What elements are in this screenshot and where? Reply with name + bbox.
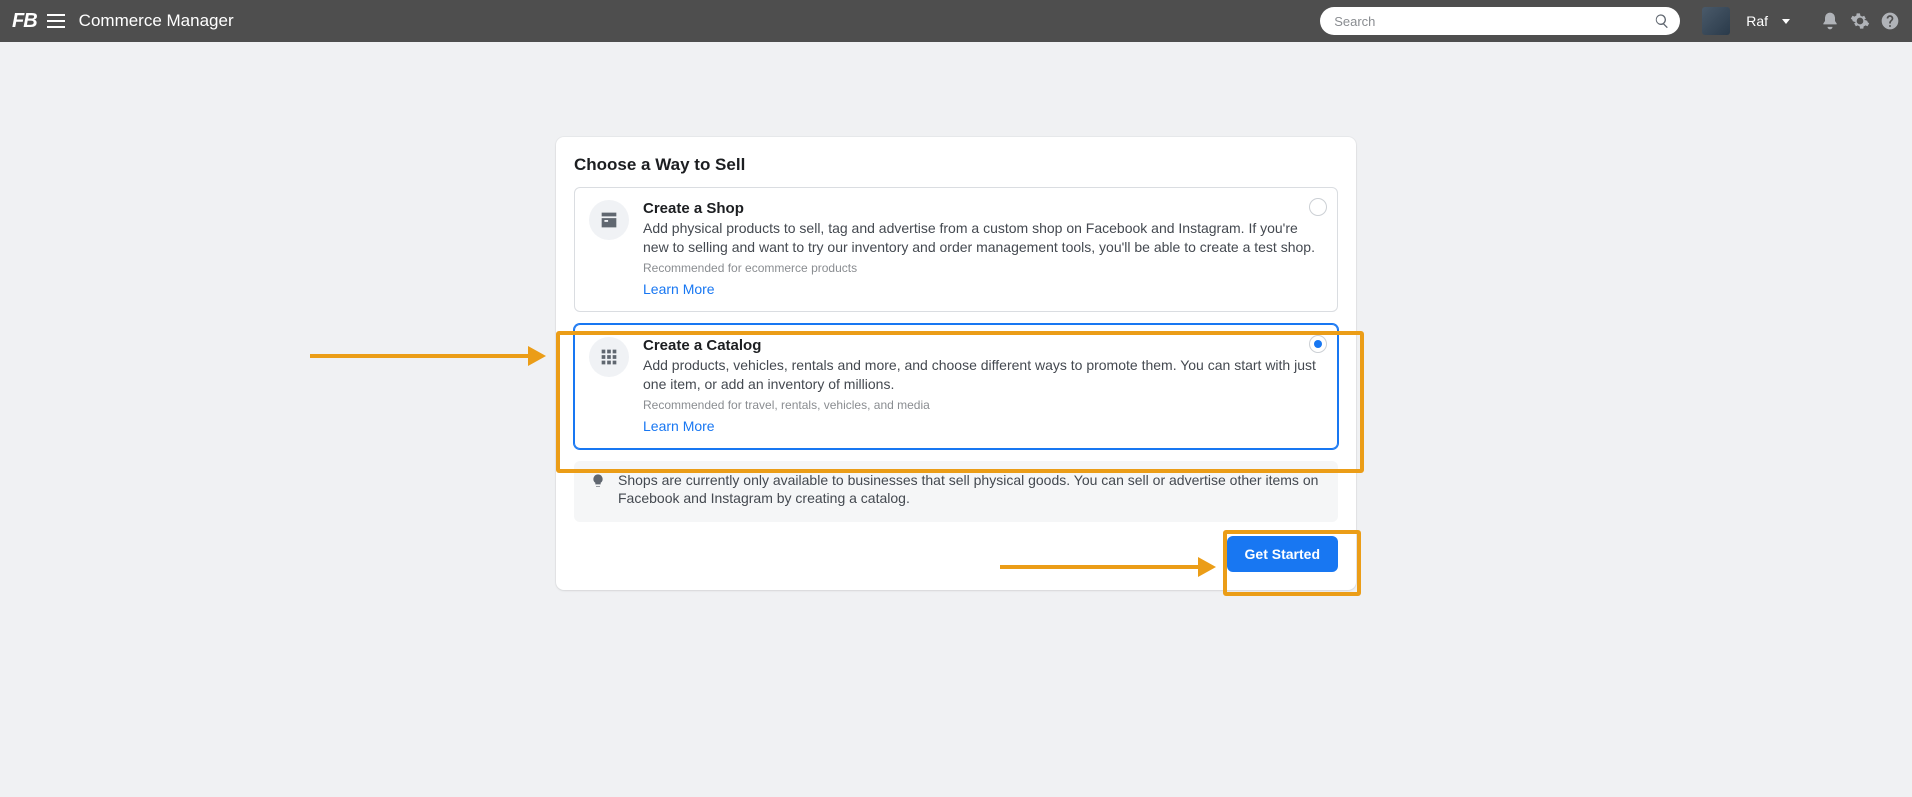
learn-more-link[interactable]: Learn More: [643, 418, 715, 434]
option-title: Create a Shop: [643, 200, 1323, 217]
option-create-shop[interactable]: Create a Shop Add physical products to s…: [574, 187, 1338, 312]
gear-icon[interactable]: [1850, 11, 1870, 31]
shop-icon: [589, 200, 629, 240]
header-icons: [1820, 11, 1900, 31]
option-create-catalog[interactable]: Create a Catalog Add products, vehicles,…: [574, 324, 1338, 449]
learn-more-link[interactable]: Learn More: [643, 281, 715, 297]
info-banner: Shops are currently only available to bu…: [574, 461, 1338, 523]
user-avatar[interactable]: [1702, 7, 1730, 35]
caret-down-icon[interactable]: [1782, 19, 1790, 24]
option-description: Add physical products to sell, tag and a…: [643, 219, 1323, 257]
hamburger-icon[interactable]: [47, 14, 65, 28]
search-icon[interactable]: [1654, 13, 1670, 29]
username-label[interactable]: Raf: [1746, 13, 1768, 29]
get-started-button[interactable]: Get Started: [1227, 536, 1338, 572]
card-title: Choose a Way to Sell: [574, 155, 1338, 175]
app-stage: FB Commerce Manager Raf Choose a Way to …: [0, 0, 1912, 590]
option-recommended: Recommended for travel, rentals, vehicle…: [643, 398, 1323, 412]
catalog-icon: [589, 337, 629, 377]
lightbulb-icon: [590, 473, 606, 489]
bell-icon[interactable]: [1820, 11, 1840, 31]
top-header: FB Commerce Manager Raf: [0, 0, 1912, 42]
fb-logo[interactable]: FB: [12, 10, 37, 33]
search-input[interactable]: [1320, 7, 1680, 35]
radio-selected[interactable]: [1309, 335, 1327, 353]
option-recommended: Recommended for ecommerce products: [643, 261, 1323, 275]
choose-way-card: Choose a Way to Sell Create a Shop Add p…: [556, 137, 1356, 590]
app-title: Commerce Manager: [79, 11, 234, 31]
radio-unselected[interactable]: [1309, 198, 1327, 216]
option-title: Create a Catalog: [643, 337, 1323, 354]
option-description: Add products, vehicles, rentals and more…: [643, 356, 1323, 394]
info-text: Shops are currently only available to bu…: [618, 471, 1322, 509]
search-box: [1320, 7, 1680, 35]
help-icon[interactable]: [1880, 11, 1900, 31]
